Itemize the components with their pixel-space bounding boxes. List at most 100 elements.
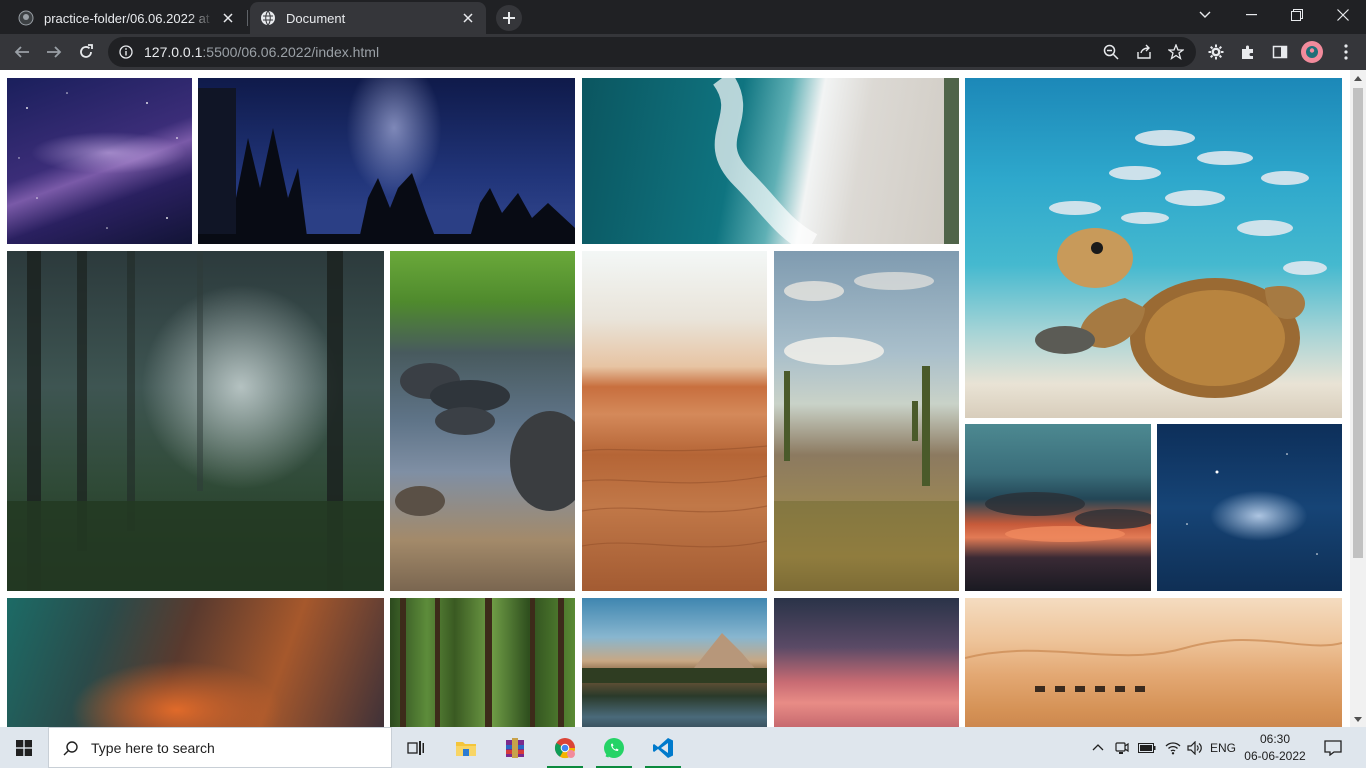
image-pink-sunset [774, 598, 959, 727]
share-button[interactable] [1133, 41, 1155, 63]
show-hidden-icons-button[interactable] [1088, 727, 1108, 768]
close-icon[interactable] [220, 10, 236, 26]
clock-time: 06:30 [1259, 732, 1291, 746]
image-misty-forest [7, 251, 384, 591]
clock-date: 06-06-2022 [1244, 749, 1306, 763]
notification-icon [1324, 739, 1342, 756]
bookmark-button[interactable] [1165, 41, 1187, 63]
start-button[interactable] [0, 727, 48, 768]
image-milky-way-sky [7, 78, 192, 244]
info-icon[interactable] [118, 44, 134, 60]
forest-silhouette [198, 88, 575, 244]
vscode-icon [653, 737, 673, 758]
stars-decoration [18, 92, 178, 229]
close-icon[interactable] [460, 10, 476, 26]
image-desert-dunes [582, 251, 767, 591]
tab-document[interactable]: Document [250, 2, 486, 34]
gear-icon [1208, 44, 1224, 60]
volume-button[interactable] [1184, 727, 1206, 768]
image-desert-cactus [774, 251, 959, 591]
page-scrollbar[interactable] [1350, 70, 1366, 727]
winrar-button[interactable] [491, 727, 539, 768]
caret-up-icon [1354, 75, 1362, 81]
extensions-button[interactable] [1237, 41, 1259, 63]
whatsapp-button[interactable] [590, 727, 638, 768]
tab-search-button[interactable] [1182, 0, 1228, 30]
notification-center-button[interactable] [1318, 727, 1348, 768]
winrar-icon [506, 737, 524, 758]
minimize-button[interactable] [1228, 0, 1274, 30]
side-panel-icon [1272, 45, 1288, 59]
whatsapp-icon [604, 737, 624, 758]
image-ocean-waves-beach [582, 78, 959, 244]
plus-icon [503, 12, 515, 24]
zoom-button[interactable] [1100, 41, 1122, 63]
address-bar[interactable]: 127.0.0.1:5500/06.06.2022/index.html [108, 37, 1196, 67]
taskbar-search-box[interactable]: Type here to search [48, 727, 392, 768]
search-icon [63, 740, 78, 755]
chrome-icon [554, 737, 576, 758]
reload-button[interactable] [72, 38, 100, 66]
back-button[interactable] [8, 38, 36, 66]
kebab-menu-icon [1344, 44, 1348, 60]
clouds [985, 492, 1151, 542]
github-icon [18, 10, 34, 26]
restore-icon [1291, 9, 1303, 21]
taskbar-clock[interactable]: 06:30 06-06-2022 [1240, 731, 1310, 765]
trees [7, 251, 384, 591]
network-button[interactable] [1162, 727, 1184, 768]
dune-ripples [582, 445, 767, 548]
mountain [582, 633, 767, 683]
language-indicator[interactable]: ENG [1208, 727, 1238, 768]
profile-avatar[interactable] [1301, 41, 1323, 63]
image-night-sky-cloud [1157, 424, 1342, 591]
trees [400, 598, 564, 727]
wifi-icon [1165, 741, 1181, 754]
chrome-taskbar-button[interactable] [541, 727, 589, 768]
browser-tab-strip: practice-folder/06.06.2022 at main Docum… [0, 0, 1366, 34]
image-milky-way-forest [198, 78, 575, 244]
tab-title: practice-folder/06.06.2022 at main [44, 10, 214, 26]
image-sea-turtle-fish [965, 78, 1342, 418]
speaker-icon [1187, 740, 1202, 755]
battery-button[interactable] [1136, 727, 1158, 768]
close-window-button[interactable] [1320, 0, 1366, 30]
file-explorer-button[interactable] [442, 727, 490, 768]
page-viewport [0, 70, 1350, 727]
globe-icon [260, 10, 276, 26]
restore-button[interactable] [1274, 0, 1320, 30]
forward-button[interactable] [40, 38, 68, 66]
side-panel-button[interactable] [1269, 41, 1291, 63]
menu-button[interactable] [1335, 41, 1357, 63]
tab-github[interactable]: practice-folder/06.06.2022 at main [8, 2, 246, 34]
battery-icon [1138, 742, 1156, 753]
extension-settings-button[interactable] [1205, 41, 1227, 63]
vscode-button[interactable] [639, 727, 687, 768]
image-mountain-lake [582, 598, 767, 727]
close-icon [1337, 9, 1349, 21]
image-sunset-clouds [965, 424, 1151, 591]
chevron-down-icon [1199, 11, 1211, 18]
star-icon [1168, 44, 1184, 60]
scroll-up-arrow[interactable] [1350, 70, 1366, 86]
chevron-up-icon [1092, 744, 1104, 751]
share-icon [1137, 44, 1151, 59]
webcam-icon [1115, 741, 1129, 754]
tab-title: Document [286, 10, 346, 26]
url-path: :5500/06.06.2022/index.html [202, 44, 380, 60]
scroll-down-arrow[interactable] [1350, 711, 1366, 727]
scroll-thumb[interactable] [1353, 88, 1363, 558]
task-view-icon [407, 740, 424, 755]
stars-decoration [1186, 453, 1318, 555]
new-tab-button[interactable] [496, 5, 522, 31]
image-light-streaks [7, 598, 384, 727]
search-placeholder: Type here to search [91, 739, 215, 756]
reload-icon [80, 44, 93, 58]
puzzle-icon [1242, 45, 1253, 59]
tab-separator [247, 10, 248, 26]
tray-app-button[interactable] [1112, 727, 1132, 768]
windows-logo-icon [16, 739, 32, 756]
rocks [395, 363, 575, 516]
task-view-button[interactable] [392, 727, 440, 768]
turtle-and-fish [1035, 130, 1327, 398]
